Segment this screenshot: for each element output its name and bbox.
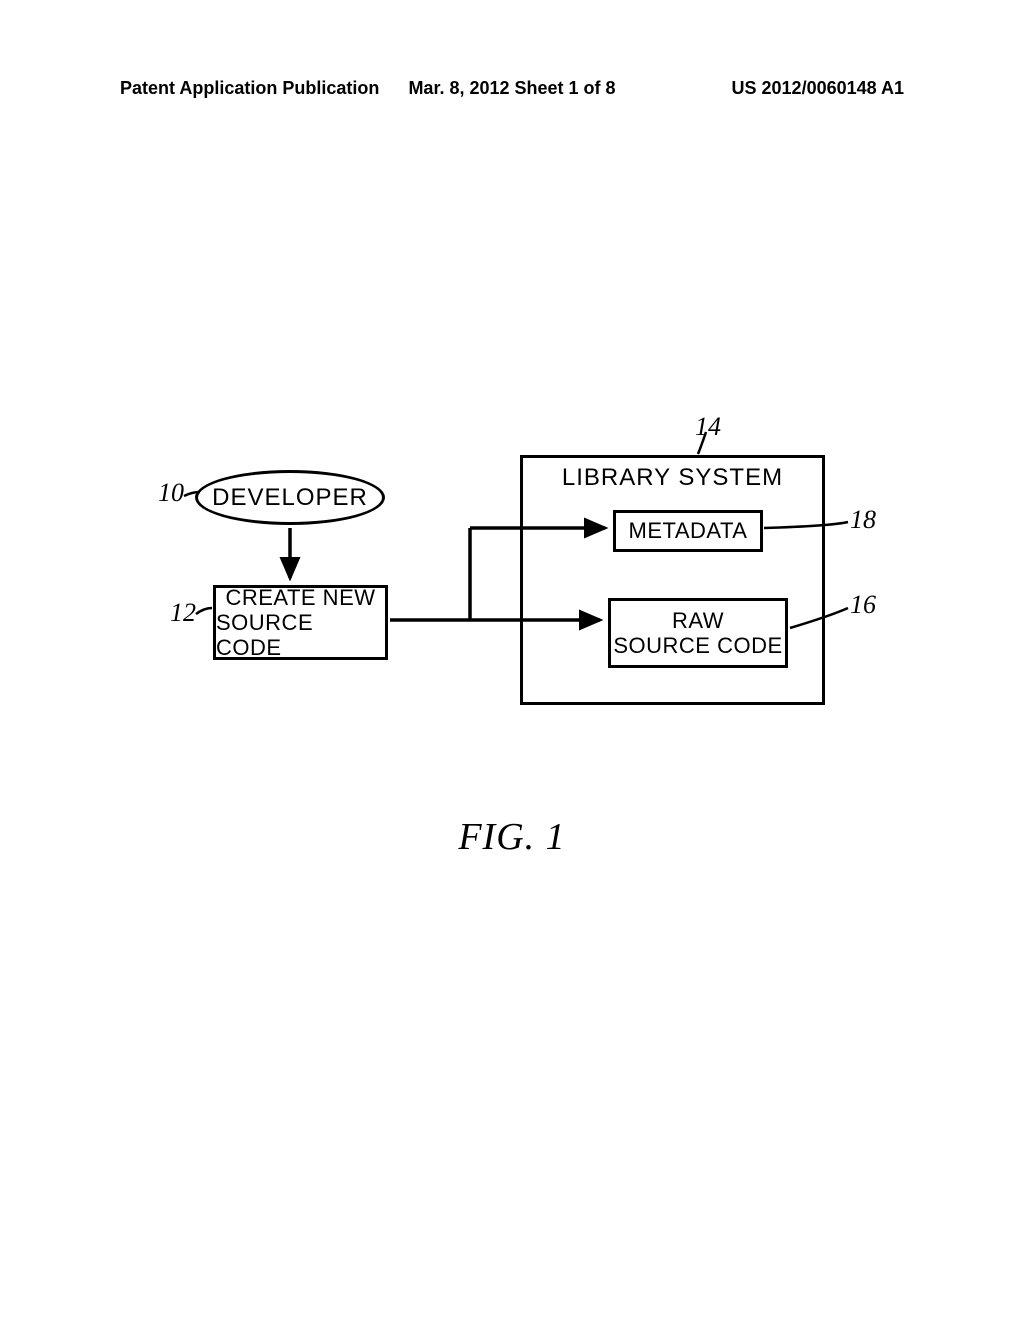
ref-number-12: 12 (170, 598, 196, 628)
figure-caption: FIG. 1 (0, 815, 1024, 859)
metadata-box: METADATA (613, 510, 763, 552)
ref-number-14: 14 (695, 412, 721, 442)
create-label-line1: CREATE NEW (225, 585, 375, 610)
raw-source-code-box: RAW SOURCE CODE (608, 598, 788, 668)
library-system-title: LIBRARY SYSTEM (523, 458, 822, 492)
developer-node: DEVELOPER (195, 470, 385, 525)
metadata-label: METADATA (629, 518, 748, 544)
ref-number-10: 10 (158, 478, 184, 508)
header-publication: Patent Application Publication (120, 78, 381, 99)
library-system-box: LIBRARY SYSTEM METADATA RAW SOURCE CODE (520, 455, 825, 705)
header-date-sheet: Mar. 8, 2012 Sheet 1 of 8 (381, 78, 642, 99)
create-source-code-box: CREATE NEW SOURCE CODE (213, 585, 388, 660)
raw-label-line2: SOURCE CODE (613, 633, 782, 658)
header-patent-number: US 2012/0060148 A1 (643, 78, 904, 99)
developer-label: DEVELOPER (212, 484, 368, 512)
create-label-line2: SOURCE CODE (216, 610, 385, 661)
page-header: Patent Application Publication Mar. 8, 2… (0, 78, 1024, 99)
ref-number-16: 16 (850, 590, 876, 620)
figure-diagram: DEVELOPER CREATE NEW SOURCE CODE LIBRARY… (150, 430, 870, 770)
raw-label-line1: RAW (672, 608, 724, 633)
ref-number-18: 18 (850, 505, 876, 535)
